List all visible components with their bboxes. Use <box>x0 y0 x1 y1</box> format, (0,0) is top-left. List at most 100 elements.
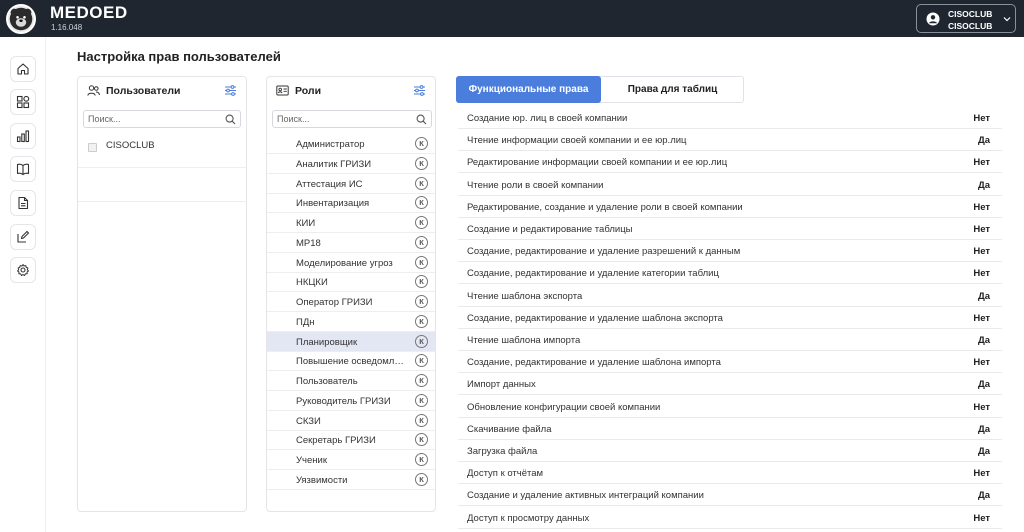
nav-analytics-button[interactable] <box>10 123 36 149</box>
role-badge-icon[interactable]: К <box>415 156 428 170</box>
user-row[interactable]: CISOCLUB <box>78 134 246 156</box>
permission-row[interactable]: Обновление конфигурации своей компании Не… <box>458 396 1002 418</box>
role-item[interactable]: КИИ К <box>267 213 435 233</box>
nav-home-button[interactable] <box>10 56 36 82</box>
permission-row[interactable]: Создание, редактирование и удаление шабл… <box>458 307 1002 329</box>
roles-panel-title: Роли <box>295 85 322 97</box>
role-item[interactable]: Планировщик К <box>267 331 435 352</box>
role-item[interactable]: Администратор К <box>267 134 435 154</box>
permission-row[interactable]: Импорт данных Да <box>458 373 1002 396</box>
permission-value[interactable]: Да <box>978 379 990 390</box>
permission-row[interactable]: Создание и редактирование таблицы Нет <box>458 218 1002 240</box>
role-item[interactable]: Уязвимости К <box>267 470 435 490</box>
role-badge-icon[interactable]: К <box>415 137 428 150</box>
permission-value[interactable]: Да <box>978 446 990 457</box>
permission-row[interactable]: Чтение информации своей компании и ее юр… <box>458 129 1002 152</box>
permission-row[interactable]: Доступ к отчётам Нет <box>458 462 1002 485</box>
permission-value[interactable]: Нет <box>973 224 990 235</box>
permission-value[interactable]: Нет <box>973 202 990 213</box>
search-icon[interactable] <box>416 114 427 125</box>
role-item[interactable]: СКЗИ К <box>267 411 435 431</box>
role-badge-icon[interactable]: К <box>415 176 428 190</box>
role-badge-icon[interactable]: К <box>415 235 428 249</box>
permission-row[interactable]: Создание, редактирование и удаление шабл… <box>458 351 1002 374</box>
permission-value[interactable]: Нет <box>973 402 990 413</box>
role-badge-icon[interactable]: К <box>415 433 428 447</box>
page-title: Настройка прав пользователей <box>77 49 281 64</box>
permission-row[interactable]: Доступ к просмотру данных Нет <box>458 507 1002 529</box>
role-item[interactable]: Моделирование угроз К <box>267 253 435 273</box>
permission-row[interactable]: Создание, редактирование и удаление разр… <box>458 240 1002 263</box>
permission-value[interactable]: Нет <box>973 468 990 479</box>
permission-value[interactable]: Нет <box>973 268 990 279</box>
role-badge-icon[interactable]: К <box>415 354 428 368</box>
permission-value[interactable]: Да <box>978 180 990 191</box>
permission-value[interactable]: Нет <box>973 313 990 324</box>
nav-edit-button[interactable] <box>10 224 36 250</box>
role-badge-icon[interactable]: К <box>415 275 428 289</box>
permission-value[interactable]: Да <box>978 291 990 302</box>
user-menu-button[interactable]: CISOCLUB CISOCLUB <box>916 4 1016 33</box>
role-item[interactable]: ПДн К <box>267 312 435 332</box>
nav-settings-button[interactable] <box>10 257 36 283</box>
role-item[interactable]: НКЦКИ К <box>267 272 435 293</box>
permission-value[interactable]: Да <box>978 335 990 346</box>
permission-value[interactable]: Да <box>978 135 990 146</box>
permission-row[interactable]: Чтение шаблона экспорта Да <box>458 285 1002 307</box>
permission-row[interactable]: Создание, редактирование и удаление кате… <box>458 262 1002 285</box>
role-badge-icon[interactable]: К <box>415 314 428 328</box>
role-badge-icon[interactable]: К <box>415 453 428 466</box>
role-item[interactable]: МР18 К <box>267 233 435 253</box>
permission-name: Загрузка файла <box>467 446 538 457</box>
role-item[interactable]: Аттестация ИС К <box>267 174 435 194</box>
role-item-label: Аналитик ГРИЗИ <box>296 158 372 170</box>
permission-value[interactable]: Нет <box>973 246 990 257</box>
role-item[interactable]: Руководитель ГРИЗИ К <box>267 391 435 411</box>
role-badge-icon[interactable]: К <box>415 413 428 427</box>
permission-row[interactable]: Чтение шаблона импорта Да <box>458 329 1002 351</box>
role-item[interactable]: Аналитик ГРИЗИ К <box>267 154 435 174</box>
role-item[interactable]: Ученик К <box>267 450 435 470</box>
permission-value[interactable]: Да <box>978 424 990 435</box>
role-badge-icon[interactable]: К <box>415 472 428 486</box>
users-search-input[interactable] <box>88 113 208 125</box>
role-badge-icon[interactable]: К <box>415 295 428 308</box>
role-badge-icon[interactable]: К <box>415 334 428 348</box>
role-badge-icon[interactable]: К <box>415 393 428 407</box>
logo-icon[interactable] <box>6 4 36 34</box>
role-item[interactable]: Инвентаризация К <box>267 193 435 214</box>
permission-value[interactable]: Нет <box>973 157 990 168</box>
permission-value[interactable]: Нет <box>973 357 990 368</box>
permission-row[interactable]: Чтение роли в своей компании Да <box>458 174 1002 196</box>
nav-reports-button[interactable] <box>10 190 36 216</box>
filter-icon[interactable] <box>224 84 237 97</box>
permission-row[interactable]: Создание юр. лиц в своей компании Нет <box>458 107 1002 129</box>
nav-docs-button[interactable] <box>10 156 36 182</box>
permission-row[interactable]: Редактирование информации своей компании… <box>458 151 1002 174</box>
permission-row[interactable]: Скачивание файла Да <box>458 418 1002 440</box>
permission-value[interactable]: Нет <box>973 513 990 524</box>
permission-row[interactable]: Редактирование, создание и удаление роли… <box>458 196 1002 218</box>
tab-functional-rights[interactable]: Функциональные права <box>456 76 601 103</box>
permission-value[interactable]: Нет <box>973 113 990 124</box>
permission-value[interactable]: Да <box>978 490 990 501</box>
permission-row[interactable]: Загрузка файла Да <box>458 440 1002 462</box>
role-badge-icon[interactable]: К <box>415 255 428 269</box>
roles-search[interactable] <box>272 110 432 128</box>
role-item[interactable]: Оператор ГРИЗИ К <box>267 292 435 312</box>
role-badge-icon[interactable]: К <box>415 196 428 210</box>
user-checkbox[interactable] <box>88 143 97 152</box>
search-icon[interactable] <box>225 114 236 125</box>
nav-widgets-button[interactable] <box>10 89 36 115</box>
permission-row[interactable]: Создание и удаление активных интеграций … <box>458 484 1002 507</box>
users-panel-title: Пользователи <box>106 85 181 97</box>
users-search[interactable] <box>83 110 241 128</box>
role-item[interactable]: Повышение осведомленности К <box>267 351 435 372</box>
tab-table-rights[interactable]: Права для таблиц <box>601 76 744 103</box>
role-item[interactable]: Секретарь ГРИЗИ К <box>267 430 435 451</box>
role-badge-icon[interactable]: К <box>415 374 428 387</box>
role-item[interactable]: Пользователь К <box>267 371 435 391</box>
roles-search-input[interactable] <box>277 113 397 125</box>
filter-icon[interactable] <box>413 84 426 97</box>
role-badge-icon[interactable]: К <box>415 216 428 229</box>
